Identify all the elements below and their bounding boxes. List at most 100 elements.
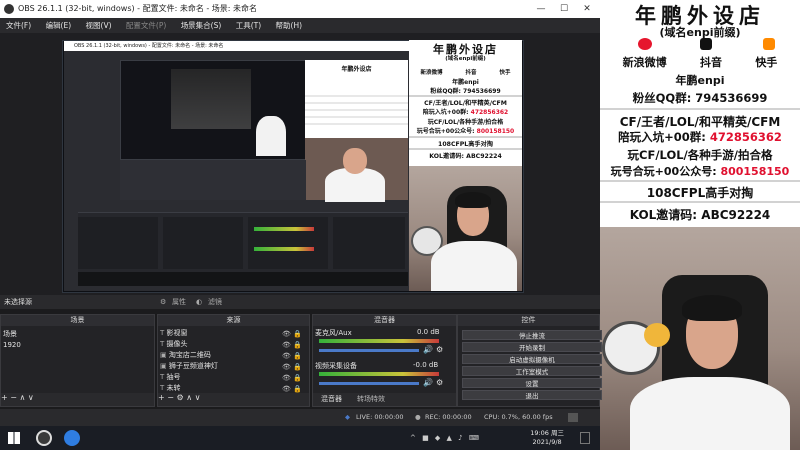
sources-header: 来源: [158, 315, 309, 326]
filters-button[interactable]: 滤镜: [208, 295, 222, 309]
promo-small-line4: 玩号合玩+00公众号: 800158150: [416, 128, 515, 135]
obs-app-icon: [4, 4, 14, 14]
close-button[interactable]: ✕: [576, 0, 598, 18]
kuaishou-label: 快手: [499, 70, 511, 76]
douyin-label: 抖音: [465, 70, 477, 76]
promo-small-line5: 108CFPL高手对掏: [438, 141, 493, 148]
promo-line5: 108CFPL高手对掏: [646, 186, 754, 200]
track2-speaker-icon[interactable]: 🔊: [423, 378, 433, 387]
rec-timer: REC: 00:00:00: [425, 413, 472, 421]
promo-kuaishou-label: 快手: [755, 56, 778, 69]
promo-fangroup: 粉丝QQ群: 794536699: [632, 91, 768, 105]
source-item[interactable]: T 抽号: [160, 372, 181, 382]
mixer-tabs: 混音器 转场特效: [313, 393, 456, 406]
track2-db: -0.0 dB: [413, 361, 439, 369]
nested-scenes: [78, 217, 158, 269]
track1-db: 0.0 dB: [417, 328, 440, 336]
source-item[interactable]: T 未转: [160, 383, 181, 393]
source-item[interactable]: ▣ 狮子豆频道神灯: [160, 361, 218, 371]
nested-preview-screen: [120, 60, 306, 160]
menu-scene-collection[interactable]: 场景集合(S): [181, 21, 222, 30]
settings-button[interactable]: 设置: [462, 378, 602, 388]
scene-item[interactable]: 场景: [3, 329, 17, 339]
source-item[interactable]: ▣ 淘宝店二维码: [160, 350, 211, 360]
menu-help[interactable]: 帮助(H): [276, 21, 303, 30]
source-item[interactable]: T 影视窗: [160, 328, 188, 338]
notification-icon[interactable]: [580, 432, 590, 444]
promo-panel: 年鹏外设店 (域名enpi前缀) 新浪微博 抖音 快手 年鹏enpi 粉丝QQ群…: [600, 0, 800, 227]
nested-controls: [333, 217, 405, 269]
scenes-footer[interactable]: + − ∧ ∨: [1, 393, 154, 406]
rec-indicator-icon: ●: [415, 413, 421, 421]
menu-file[interactable]: 文件(F): [6, 21, 31, 30]
promo-line4: 玩号合玩+00公众号: 800158150: [610, 165, 790, 178]
nested-person: [256, 116, 286, 156]
properties-icon: ⚙: [160, 298, 167, 306]
nested-webcam: [305, 138, 408, 202]
clock-date: 2021/9/8: [532, 438, 562, 446]
obs-taskbar-icon[interactable]: [36, 430, 52, 446]
tray-icons[interactable]: ^ ■ ◆ ▲ ♪ ⌨: [410, 434, 481, 442]
minimize-button[interactable]: —: [530, 0, 552, 18]
start-virtual-camera-button[interactable]: 启动虚拟摄像机: [462, 354, 602, 364]
track2-gear-icon[interactable]: ⚙: [436, 378, 443, 387]
menu-edit[interactable]: 编辑(E): [46, 21, 72, 30]
promo-line2: 陪玩入坑+00群: 472856362: [618, 130, 782, 144]
sources-footer[interactable]: + − ⚙ ∧ ∨: [158, 393, 309, 406]
nested-obs-titlebar: OBS 26.1.1 (32-bit, windows) - 配置文件: 未命名…: [64, 41, 409, 51]
browser-taskbar-icon[interactable]: [64, 430, 80, 446]
studio-mode-button[interactable]: 工作室模式: [462, 366, 602, 376]
nested-mixer: [248, 217, 328, 269]
menu-view[interactable]: 视图(V): [86, 21, 112, 30]
tab-mixer[interactable]: 混音器: [321, 394, 342, 404]
track1-gear-icon[interactable]: ⚙: [436, 345, 443, 354]
promo-small-line1: CF/王者/LOL/和平精英/CFM: [424, 100, 507, 107]
track1-volume-slider[interactable]: [319, 349, 419, 352]
visibility-icons[interactable]: 👁 🔒 👁 🔒 👁 🔒 👁 🔒 👁 🔒 👁 🔒: [282, 329, 302, 395]
window-titlebar: OBS 26.1.1 (32-bit, windows) - 配置文件: 未命名…: [0, 0, 600, 18]
source-toolbar: 未选择源 ⚙ 属性 ◐ 滤镜: [0, 295, 600, 309]
mixer-header: 混音器: [313, 315, 456, 326]
tab-transitions[interactable]: 转场特效: [357, 394, 385, 404]
nested-dock: [120, 160, 306, 200]
yellow-plush: [644, 323, 670, 347]
controls-header: 控件: [458, 315, 599, 326]
window-title: OBS 26.1.1 (32-bit, windows) - 配置文件: 未命名…: [18, 4, 258, 13]
stop-streaming-button[interactable]: 停止推流: [462, 330, 602, 340]
nested-sources: [163, 217, 243, 269]
scene-item[interactable]: 1920: [3, 341, 21, 349]
nested-panels: [78, 212, 408, 272]
nested-recursion: [171, 69, 251, 129]
nested-taskbar: [78, 272, 408, 286]
promo-line1: CF/王者/LOL/和平精英/CFM: [619, 115, 781, 129]
person-hair: [682, 295, 742, 321]
scenes-header: 场景: [1, 315, 154, 326]
promo-small-invite: KOL邀请码: ABC92224: [429, 153, 502, 160]
menu-bar: 文件(F) 编辑(E) 视图(V) 配置文件(P) 场景集合(S) 工具(T) …: [0, 18, 600, 33]
webcam-small: [409, 166, 522, 291]
kuaishou-icon: [763, 38, 775, 50]
properties-button[interactable]: 属性: [172, 295, 186, 309]
nested-promo-title: 年鹏外设店: [341, 66, 372, 73]
promo-icons: [600, 38, 800, 52]
cpu-status: CPU: 0.7%, 60.00 fps: [484, 413, 553, 421]
promo-invite: KOL邀请码: ABC92224: [629, 208, 771, 222]
track2-meter: [319, 372, 439, 376]
maximize-button[interactable]: ☐: [553, 0, 575, 18]
menu-profile[interactable]: 配置文件(P): [126, 21, 166, 30]
start-recording-button[interactable]: 开始录制: [462, 342, 602, 352]
promo-platforms: 新浪微博 抖音 快手: [600, 54, 800, 70]
sources-dock: 来源 T 影视窗 T 摄像头 ▣ 淘宝店二维码 ▣ 狮子豆频道神灯 T 抽号 T…: [157, 314, 310, 407]
track2-volume-slider[interactable]: [319, 382, 419, 385]
promo-weibo-label: 新浪微博: [622, 56, 667, 69]
stream-health-icon: [568, 413, 578, 422]
track1-speaker-icon[interactable]: 🔊: [423, 345, 433, 354]
exit-button[interactable]: 退出: [462, 390, 602, 400]
taskbar-clock[interactable]: 19:06 周三 2021/9/8: [530, 429, 564, 447]
source-item[interactable]: T 摄像头: [160, 339, 188, 349]
menu-tools[interactable]: 工具(T): [236, 21, 261, 30]
filters-icon: ◐: [196, 298, 203, 306]
windows-start-icon[interactable]: [8, 432, 20, 444]
status-bar: ◆ LIVE: 00:00:00 ● REC: 00:00:00 CPU: 0.…: [0, 409, 600, 426]
douyin-icon: [700, 38, 712, 50]
